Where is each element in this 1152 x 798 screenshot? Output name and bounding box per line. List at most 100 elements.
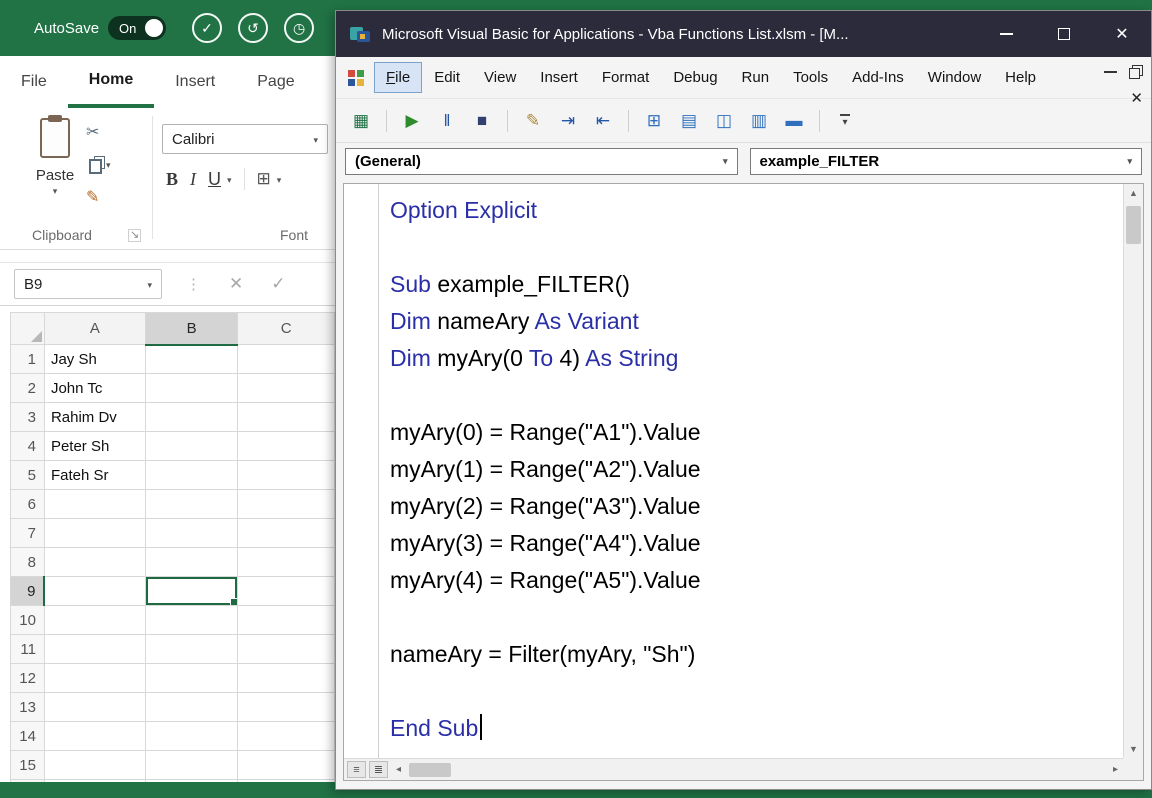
paste-button[interactable]: Paste ▾	[24, 118, 86, 197]
cell-b5[interactable]	[145, 461, 238, 490]
horizontal-scrollbar[interactable]: ≡ ≣ ◂ ▸	[344, 758, 1123, 780]
cell-b11[interactable]	[145, 635, 238, 664]
menu-edit[interactable]: Edit	[422, 62, 472, 93]
scroll-down-icon[interactable]: ▼	[1124, 740, 1143, 758]
chevron-down-icon[interactable]: ▾	[227, 175, 232, 186]
cell-b13[interactable]	[145, 693, 238, 722]
step-into-icon[interactable]: ⇥	[555, 108, 581, 134]
row-header-13[interactable]: 13	[11, 693, 45, 722]
copy-button[interactable]: ▾	[86, 155, 111, 174]
cell-b8[interactable]	[145, 548, 238, 577]
code-line[interactable]: Dim myAry(0 To 4) As String	[390, 340, 1123, 377]
cell-c13[interactable]	[238, 693, 335, 722]
cell-b3[interactable]	[145, 403, 238, 432]
row-header-8[interactable]: 8	[11, 548, 45, 577]
cell-c6[interactable]	[238, 490, 335, 519]
format-painter-button[interactable]: ✎	[86, 187, 111, 207]
cell-c7[interactable]	[238, 519, 335, 548]
cell-a12[interactable]	[44, 664, 145, 693]
vba-title-bar[interactable]: Microsoft Visual Basic for Applications …	[336, 11, 1151, 57]
cell-a10[interactable]	[44, 606, 145, 635]
font-name-combo[interactable]: Calibri ▾	[162, 124, 328, 154]
cell-b1[interactable]	[145, 345, 238, 374]
run-icon[interactable]: ▶	[399, 108, 425, 134]
cut-button[interactable]: ✂	[86, 122, 111, 142]
code-editor[interactable]: Option Explicit Sub example_FILTER()Dim n…	[379, 184, 1123, 758]
scroll-up-icon[interactable]: ▲	[1124, 184, 1143, 202]
reset-icon[interactable]: ■	[469, 108, 495, 134]
row-header-2[interactable]: 2	[11, 374, 45, 403]
menu-addins[interactable]: Add-Ins	[840, 62, 916, 93]
cell-c8[interactable]	[238, 548, 335, 577]
select-all-corner[interactable]	[11, 313, 45, 345]
object-dropdown[interactable]: (General) ▾	[345, 148, 738, 175]
procedure-dropdown[interactable]: example_FILTER ▾	[750, 148, 1143, 175]
toolbox-icon[interactable]: ▥	[746, 108, 772, 134]
design-mode-icon[interactable]: ✎	[520, 108, 546, 134]
close-button[interactable]: ✕	[1093, 11, 1151, 57]
code-line[interactable]: Dim nameAry As Variant	[390, 303, 1123, 340]
menu-debug[interactable]: Debug	[661, 62, 729, 93]
cell-a4[interactable]: Peter Sh	[44, 432, 145, 461]
properties-window-icon[interactable]: ▤	[676, 108, 702, 134]
formula-bar-handle[interactable]: ⋮	[186, 275, 201, 293]
row-header-14[interactable]: 14	[11, 722, 45, 751]
cell-c14[interactable]	[238, 722, 335, 751]
cell-b7[interactable]	[145, 519, 238, 548]
enter-icon[interactable]: ✓	[271, 274, 285, 294]
row-header-15[interactable]: 15	[11, 751, 45, 780]
object-browser-icon[interactable]: ◫	[711, 108, 737, 134]
menu-insert[interactable]: Insert	[528, 62, 590, 93]
cell-c5[interactable]	[238, 461, 335, 490]
vertical-scroll-thumb[interactable]	[1126, 206, 1141, 244]
cell-c11[interactable]	[238, 635, 335, 664]
redo-icon[interactable]: ◷	[284, 13, 314, 43]
code-line[interactable]: myAry(1) = Range("A2").Value	[390, 451, 1123, 488]
code-line[interactable]	[390, 599, 1123, 636]
cell-c15[interactable]	[238, 751, 335, 780]
mdi-restore-icon[interactable]	[1129, 68, 1140, 79]
view-microsoft-excel-icon[interactable]: ▦	[348, 108, 374, 134]
cell-a7[interactable]	[44, 519, 145, 548]
code-line[interactable]	[390, 673, 1123, 710]
scroll-right-icon[interactable]: ▸	[1108, 764, 1123, 775]
cell-a9[interactable]	[44, 577, 145, 606]
horizontal-scroll-thumb[interactable]	[409, 763, 451, 777]
row-header-7[interactable]: 7	[11, 519, 45, 548]
vertical-scrollbar[interactable]: ▲ ▼	[1123, 184, 1143, 758]
cell-a5[interactable]: Fateh Sr	[44, 461, 145, 490]
cell-a6[interactable]	[44, 490, 145, 519]
code-line[interactable]	[390, 377, 1123, 414]
save-icon[interactable]: ✓	[192, 13, 222, 43]
row-header-3[interactable]: 3	[11, 403, 45, 432]
cell-a3[interactable]: Rahim Dv	[44, 403, 145, 432]
tab-page[interactable]: Page	[236, 56, 315, 108]
procedure-view-button[interactable]: ≡	[347, 761, 366, 778]
step-over-icon[interactable]: ⇤	[590, 108, 616, 134]
cell-a15[interactable]	[44, 751, 145, 780]
row-header-5[interactable]: 5	[11, 461, 45, 490]
break-icon[interactable]: ‖	[434, 108, 460, 134]
mdi-minimize-icon[interactable]	[1104, 71, 1117, 73]
code-line[interactable]: Option Explicit	[390, 192, 1123, 229]
cell-a13[interactable]	[44, 693, 145, 722]
maximize-button[interactable]	[1035, 11, 1093, 57]
tab-home[interactable]: Home	[68, 56, 154, 108]
project-explorer-icon[interactable]: ⊞	[641, 108, 667, 134]
cell-c10[interactable]	[238, 606, 335, 635]
cell-b12[interactable]	[145, 664, 238, 693]
cell-c4[interactable]	[238, 432, 335, 461]
minimize-button[interactable]	[977, 11, 1035, 57]
clipboard-dialog-launcher-icon[interactable]: ↘	[128, 229, 141, 242]
menu-run[interactable]: Run	[730, 62, 782, 93]
row-header-12[interactable]: 12	[11, 664, 45, 693]
code-line[interactable]: Sub example_FILTER()	[390, 266, 1123, 303]
cell-c3[interactable]	[238, 403, 335, 432]
menu-window[interactable]: Window	[916, 62, 993, 93]
column-header-a[interactable]: A	[44, 313, 145, 345]
row-header-6[interactable]: 6	[11, 490, 45, 519]
column-header-c[interactable]: C	[238, 313, 335, 345]
code-line[interactable]: myAry(2) = Range("A3").Value	[390, 488, 1123, 525]
cell-a1[interactable]: Jay Sh	[44, 345, 145, 374]
cell-b6[interactable]	[145, 490, 238, 519]
